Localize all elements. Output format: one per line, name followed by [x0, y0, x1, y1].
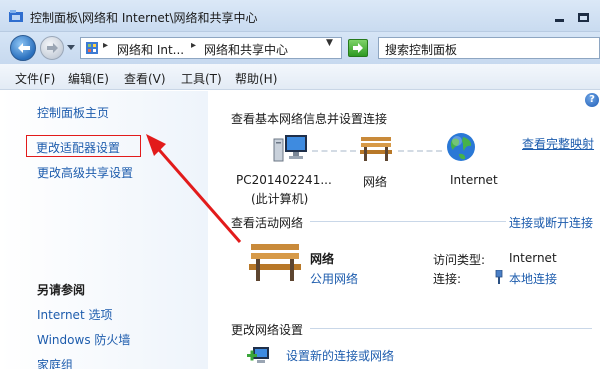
change-network-settings-heading: 更改网络设置	[231, 323, 304, 337]
breadcrumb-network-internet[interactable]: 网络和 Int...	[117, 41, 184, 58]
change-adapter-settings-highlight: 更改适配器设置	[26, 135, 141, 157]
active-network-name: 网络	[310, 252, 335, 266]
bench-icon	[249, 244, 301, 281]
title-bar: 控制面板\网络和 Internet\网络和共享中心	[0, 0, 600, 32]
ethernet-icon	[495, 270, 503, 284]
homegroup-link[interactable]: 家庭组	[37, 356, 73, 369]
refresh-icon	[353, 43, 363, 53]
change-adapter-settings-link[interactable]: 更改适配器设置	[36, 139, 120, 156]
section-divider	[310, 221, 506, 222]
bench-icon	[360, 137, 392, 161]
map-link-line	[312, 150, 356, 152]
basic-network-info-heading: 查看基本网络信息并设置连接	[231, 112, 388, 126]
breadcrumb-sharing-center[interactable]: 网络和共享中心	[204, 41, 288, 58]
breadcrumb-separator[interactable]: ▸	[103, 40, 108, 51]
internet-options-link[interactable]: Internet 选项	[37, 306, 112, 323]
map-link-line	[398, 150, 442, 152]
access-type-label: 访问类型:	[433, 253, 486, 267]
help-icon[interactable]: ?	[585, 93, 599, 107]
forward-button[interactable]	[40, 36, 64, 60]
see-full-map-link[interactable]: 查看完整映射	[522, 135, 594, 152]
menu-file[interactable]: 文件(F)	[15, 70, 55, 87]
local-connection-link[interactable]: 本地连接	[509, 270, 557, 287]
control-panel-icon	[86, 42, 98, 54]
menu-help[interactable]: 帮助(H)	[235, 70, 277, 87]
breadcrumb-separator[interactable]: ▸	[191, 40, 196, 51]
menu-view[interactable]: 查看(V)	[124, 70, 166, 87]
connections-label: 连接:	[433, 272, 462, 286]
setup-new-connection-link[interactable]: 设置新的连接或网络	[286, 347, 394, 364]
address-dropdown-icon[interactable]: ▼	[326, 38, 333, 48]
address-bar[interactable]: ▸ 网络和 Int... ▸ 网络和共享中心	[80, 37, 342, 59]
menu-edit[interactable]: 编辑(E)	[68, 70, 109, 87]
access-type-value: Internet	[509, 251, 557, 265]
maximize-button[interactable]	[572, 8, 594, 26]
active-networks-heading: 查看活动网络	[231, 216, 304, 230]
search-placeholder: 搜索控制面板	[385, 43, 458, 57]
new-connection-icon	[247, 347, 269, 363]
minimize-button[interactable]	[548, 8, 570, 26]
recent-pages-dropdown-icon[interactable]	[67, 45, 75, 51]
connect-disconnect-link[interactable]: 连接或断开连接	[509, 214, 593, 231]
window-title: 控制面板\网络和 Internet\网络和共享中心	[30, 11, 258, 25]
refresh-button[interactable]	[348, 39, 368, 57]
computer-icon	[273, 135, 307, 162]
annotation-arrow	[146, 134, 242, 243]
section-divider	[310, 328, 592, 329]
see-also-heading: 另请参阅	[37, 283, 86, 297]
menu-bar: 文件(F) 编辑(E) 查看(V) 工具(T) 帮助(H)	[0, 64, 600, 90]
windows-firewall-link[interactable]: Windows 防火墙	[37, 331, 130, 348]
network-label: 网络	[363, 175, 388, 189]
network-location-link[interactable]: 公用网络	[310, 270, 358, 287]
computer-sublabel: (此计算机)	[251, 192, 309, 206]
computer-label: PC201402241...	[236, 173, 332, 187]
arrow-left-icon	[18, 43, 30, 53]
arrow-right-icon	[47, 43, 58, 53]
search-input[interactable]: 搜索控制面板	[378, 37, 600, 59]
control-panel-home-link[interactable]: 控制面板主页	[37, 104, 109, 121]
change-advanced-sharing-link[interactable]: 更改高级共享设置	[37, 164, 133, 181]
back-button[interactable]	[10, 35, 36, 61]
address-row: ▸ 网络和 Int... ▸ 网络和共享中心 ▼ 搜索控制面板	[0, 32, 600, 64]
globe-icon	[447, 133, 475, 161]
network-folder-icon	[9, 10, 23, 22]
internet-label: Internet	[450, 173, 498, 187]
menu-tools[interactable]: 工具(T)	[181, 70, 222, 87]
